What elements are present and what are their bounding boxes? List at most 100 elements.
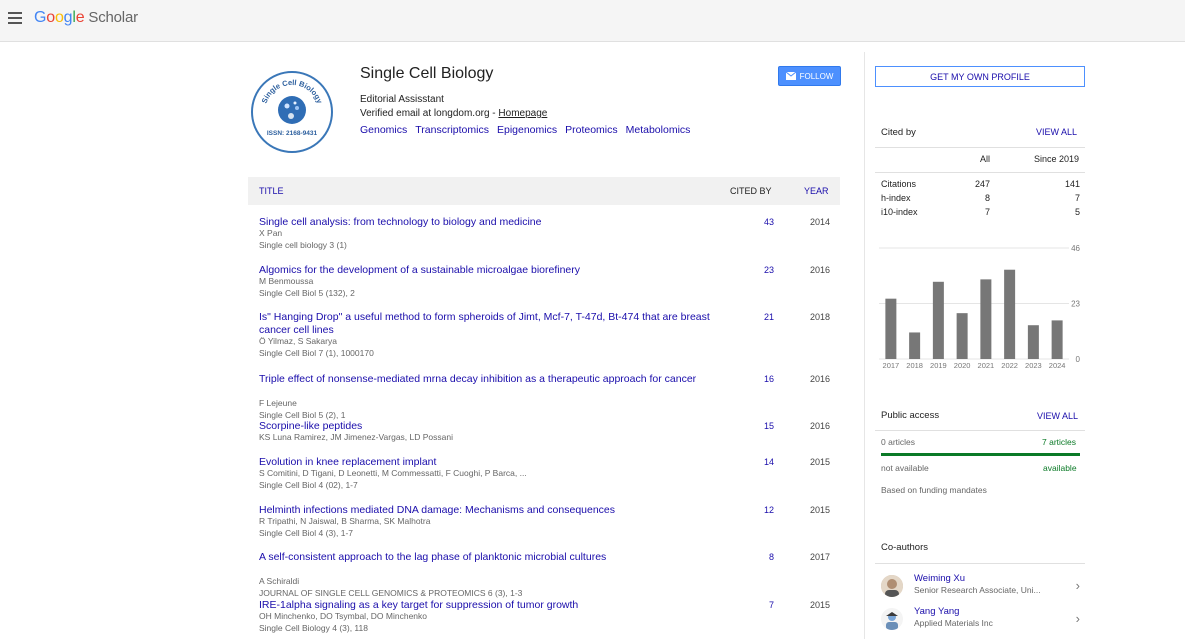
bar-2019[interactable] xyxy=(932,281,944,359)
cited-by-count[interactable]: 43 xyxy=(764,217,774,227)
bar-2021[interactable] xyxy=(980,279,992,359)
bar-2020[interactable] xyxy=(956,313,968,359)
interest-link[interactable]: Genomics xyxy=(360,124,407,136)
not-available-label: not available xyxy=(881,463,929,473)
verified-text: Verified email at longdom.org - xyxy=(360,108,499,119)
bar-2023[interactable] xyxy=(1027,325,1039,359)
y-tick-label: 0 xyxy=(1076,355,1081,364)
sort-title[interactable]: TITLE xyxy=(259,186,284,196)
profile-avatar: Single Cell Biology ISSN: 2168-9431 xyxy=(251,71,333,153)
coauthor-affiliation: Senior Research Associate, Uni... xyxy=(914,585,1041,595)
cited-by-count[interactable]: 14 xyxy=(764,457,774,467)
interest-link[interactable]: Epigenomics xyxy=(497,124,557,136)
x-tick-label: 2020 xyxy=(954,361,971,370)
profile-affiliation: Editorial Assisstant xyxy=(360,94,444,105)
available-count[interactable]: 7 articles xyxy=(1042,437,1076,447)
y-tick-label: 46 xyxy=(1071,244,1080,253)
coauthor-name[interactable]: Yang Yang xyxy=(914,606,959,617)
sort-cited-by[interactable]: CITED BY xyxy=(730,186,772,196)
menu-icon[interactable] xyxy=(8,12,22,24)
x-tick-label: 2022 xyxy=(1001,361,1018,370)
interest-link[interactable]: Metabolomics xyxy=(626,124,691,136)
cited-by-heading: Cited by xyxy=(881,127,916,138)
x-tick-label: 2021 xyxy=(978,361,995,370)
article-venue: Single Cell Biol 4 (3), 1-7 xyxy=(259,528,354,538)
article-year: 2016 xyxy=(809,421,830,431)
divider xyxy=(875,430,1085,431)
bar-2017[interactable] xyxy=(885,298,897,359)
chevron-right-icon[interactable]: › xyxy=(1076,578,1080,593)
coauthor-item[interactable]: Yang Yang Applied Materials Inc › xyxy=(875,606,1085,636)
available-label: available xyxy=(1043,463,1077,473)
coauthor-avatar xyxy=(881,608,903,630)
coauthor-name[interactable]: Weiming Xu xyxy=(914,573,965,584)
mail-icon xyxy=(785,72,796,80)
public-access-view-all[interactable]: VIEW ALL xyxy=(1037,411,1078,421)
cited-by-count[interactable]: 16 xyxy=(764,374,774,384)
interest-link[interactable]: Transcriptomics xyxy=(415,124,489,136)
profile-name: Single Cell Biology xyxy=(360,65,494,82)
article-venue: JOURNAL OF SINGLE CELL GENOMICS & PROTEO… xyxy=(259,588,523,598)
funding-mandates-note: Based on funding mandates xyxy=(881,485,987,495)
col-since-header: Since 2019 xyxy=(1034,154,1080,164)
article-authors: A Schiraldi xyxy=(259,576,300,586)
x-tick-label: 2017 xyxy=(883,361,900,370)
cited-by-count[interactable]: 15 xyxy=(764,421,774,431)
get-my-own-profile-button[interactable]: GET MY OWN PROFILE xyxy=(875,66,1085,87)
cited-by-count[interactable]: 8 xyxy=(769,552,774,562)
divider xyxy=(875,147,1085,148)
cited-by-count[interactable]: 7 xyxy=(769,600,774,610)
cited-by-count[interactable]: 12 xyxy=(764,505,774,515)
articles-table-header: TITLE CITED BY YEAR xyxy=(248,177,840,205)
coauthors-heading: Co-authors xyxy=(881,542,928,553)
google-scholar-logo[interactable]: Google Scholar xyxy=(34,9,138,27)
logo-scholar: Scholar xyxy=(88,9,138,26)
verified-email: Verified email at longdom.org - Homepage xyxy=(360,108,547,119)
article-year: 2017 xyxy=(809,552,830,562)
cited-by-count[interactable]: 23 xyxy=(764,265,774,275)
top-bar: Google Scholar xyxy=(0,0,1185,42)
article-title[interactable]: Single cell analysis: from technology to… xyxy=(259,216,729,229)
article-title[interactable]: Triple effect of nonsense-mediated mrna … xyxy=(259,373,729,386)
coauthor-item[interactable]: Weiming Xu Senior Research Associate, Un… xyxy=(875,573,1085,603)
bar-2024[interactable] xyxy=(1051,320,1063,359)
article-year: 2015 xyxy=(809,600,830,610)
homepage-link[interactable]: Homepage xyxy=(498,108,547,119)
article-authors: S Comitini, D Tigani, D Leonetti, M Comm… xyxy=(259,468,527,478)
stat-label: i10-index xyxy=(881,207,918,217)
stat-all-value: 8 xyxy=(984,193,990,203)
article-venue: Single Cell Biology 4 (3), 118 xyxy=(259,623,368,633)
follow-button[interactable]: FOLLOW xyxy=(778,66,841,86)
article-title[interactable]: Algomics for the development of a sustai… xyxy=(259,264,729,277)
bar-2022[interactable] xyxy=(1004,269,1016,359)
article-venue: Single Cell Biol 5 (132), 2 xyxy=(259,288,355,298)
x-tick-label: 2023 xyxy=(1025,361,1042,370)
chevron-right-icon[interactable]: › xyxy=(1076,611,1080,626)
article-authors: OH Minchenko, DO Tsymbal, DO Minchenko xyxy=(259,611,428,621)
bar-2018[interactable] xyxy=(909,332,921,359)
article-year: 2015 xyxy=(809,457,830,467)
cited-by-view-all[interactable]: VIEW ALL xyxy=(1036,127,1077,137)
not-available-count[interactable]: 0 articles xyxy=(881,437,915,447)
stat-all-value: 247 xyxy=(974,179,990,189)
citations-per-year-chart: 46 23 0 2017 2018 2019 2020 2021 2022 2023 2024 xyxy=(879,244,1081,370)
x-tick-label: 2024 xyxy=(1049,361,1066,370)
y-tick-label: 23 xyxy=(1071,300,1080,309)
column-divider xyxy=(864,52,865,639)
article-title[interactable]: A self-consistent approach to the lag ph… xyxy=(259,551,729,564)
cited-by-count[interactable]: 21 xyxy=(764,312,774,322)
public-access-heading: Public access xyxy=(881,410,940,421)
interest-link[interactable]: Proteomics xyxy=(565,124,618,136)
article-venue: Single Cell Biol 4 (02), 1-7 xyxy=(259,480,358,490)
article-year: 2014 xyxy=(809,217,830,227)
article-authors: F Lejeune xyxy=(259,398,297,408)
article-authors: M Benmoussa xyxy=(259,276,314,286)
article-title[interactable]: Is" Hanging Drop" a useful method to for… xyxy=(259,311,729,337)
divider xyxy=(875,563,1085,564)
article-year: 2016 xyxy=(809,265,830,275)
article-venue: Single Cell Biol 7 (1), 1000170 xyxy=(259,348,374,358)
sort-year[interactable]: YEAR xyxy=(804,186,829,196)
stat-since-value: 5 xyxy=(1074,207,1080,217)
stat-label: h-index xyxy=(881,193,911,203)
article-venue: Single cell biology 3 (1) xyxy=(259,240,347,250)
